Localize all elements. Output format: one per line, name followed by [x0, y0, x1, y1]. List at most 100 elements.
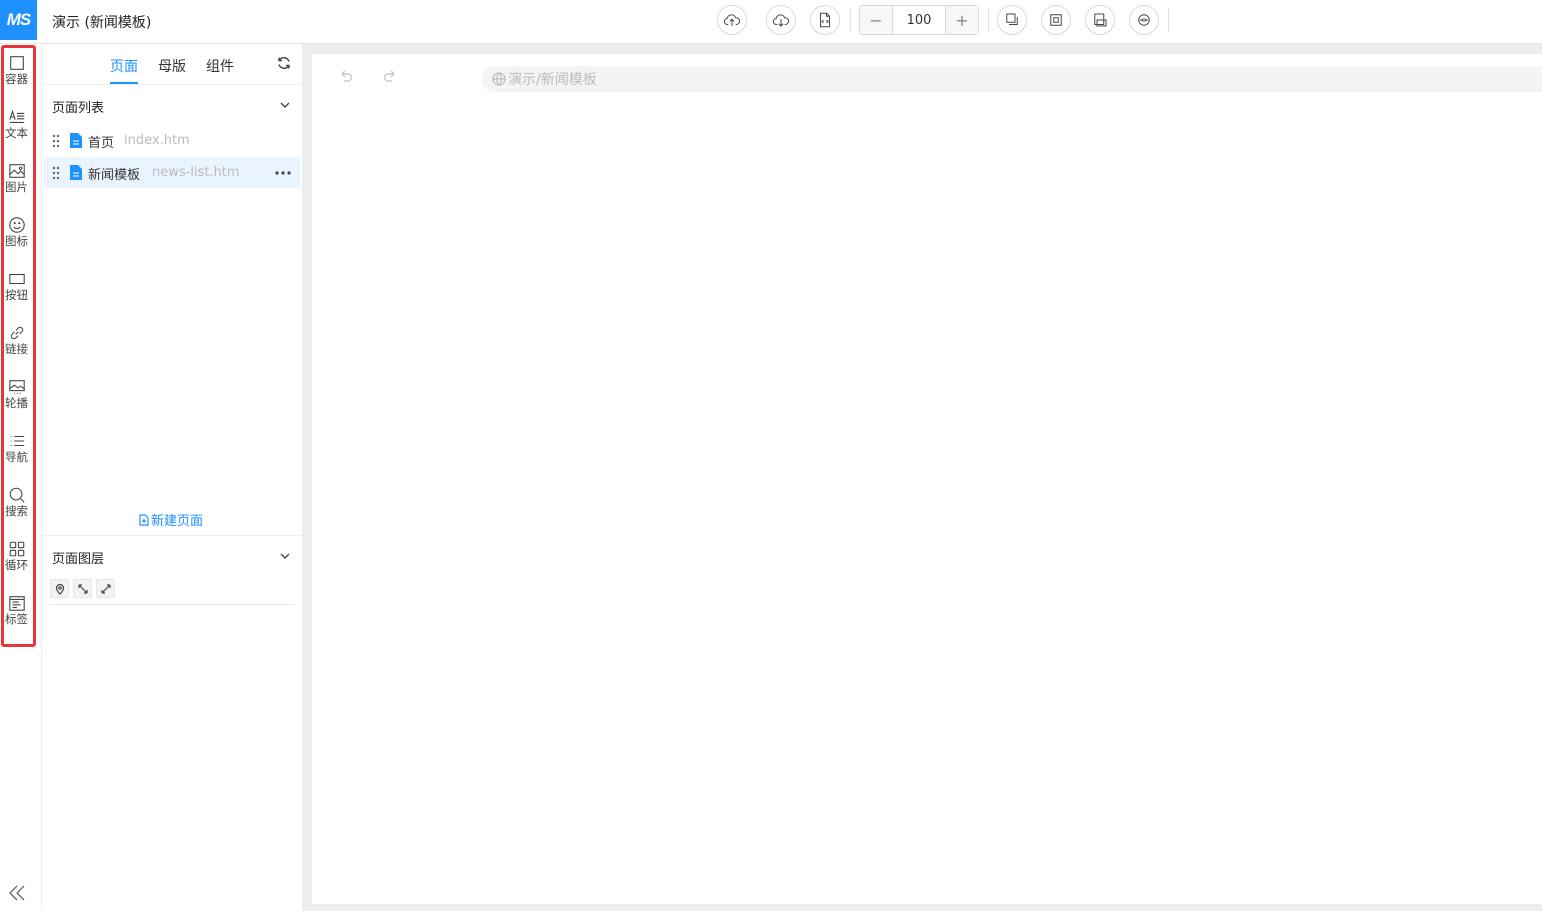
- page-list-title: 页面列表: [52, 101, 105, 116]
- page-list-header[interactable]: 页面列表: [42, 85, 302, 123]
- drag-handle-icon[interactable]: [52, 166, 60, 180]
- component-navigation[interactable]: 导航: [0, 432, 33, 478]
- smiley-icon: [8, 217, 25, 233]
- zoom-in-button[interactable]: +: [946, 6, 978, 34]
- refresh-icon: [278, 57, 290, 69]
- component-link[interactable]: 链接: [0, 324, 33, 370]
- button-icon: [8, 273, 25, 285]
- locate-layer-button[interactable]: [50, 579, 69, 598]
- undo-icon: [341, 70, 353, 82]
- refresh-button[interactable]: [276, 55, 292, 71]
- toolbar-divider: [1168, 8, 1169, 32]
- loop-grid-icon: [9, 541, 24, 557]
- page-file-icon: [70, 133, 82, 148]
- tab-masters[interactable]: 母版: [158, 56, 186, 76]
- nav-list-icon: [10, 435, 24, 447]
- page-panel: 页面 母版 组件 页面列表 首页 index.htm 新闻模板 news-lis…: [42, 44, 302, 911]
- chevron-down-icon: [278, 549, 292, 563]
- component-sidebar: 容器 文本 图片 图标 按钮 链接 轮播 导航 搜索 循环 标签: [0, 44, 42, 911]
- document-title: 演示 (新闻模板): [52, 15, 152, 31]
- page-url-bar[interactable]: 演示/新闻模板: [482, 66, 1542, 92]
- component-image[interactable]: 图片: [0, 162, 33, 208]
- component-label: 容器: [5, 72, 28, 86]
- text-icon: [8, 109, 24, 123]
- component-label: 文本: [5, 126, 28, 140]
- canvas-area: 演示/新闻模板: [302, 44, 1542, 911]
- link-icon: [10, 326, 23, 340]
- new-page-label: 新建页面: [151, 514, 204, 529]
- page-name: 新闻模板: [88, 168, 141, 183]
- redo-button[interactable]: [382, 68, 398, 84]
- drag-handle-icon[interactable]: [52, 134, 60, 148]
- view-code-button[interactable]: [810, 5, 840, 35]
- more-options-icon[interactable]: [275, 171, 291, 175]
- component-text[interactable]: 文本: [0, 108, 33, 154]
- double-chevron-left-icon: [9, 885, 25, 901]
- page-filename: news-list.htm: [152, 165, 240, 180]
- undo-button[interactable]: [338, 68, 354, 84]
- collapse-layers-button[interactable]: [96, 579, 115, 598]
- component-label: 循环: [5, 558, 28, 572]
- chevron-down-icon: [278, 98, 292, 112]
- globe-icon: [492, 72, 506, 86]
- redo-icon: [383, 70, 395, 82]
- location-pin-icon: [55, 583, 64, 595]
- layer-middle-icon: [1050, 14, 1062, 26]
- tab-components[interactable]: 组件: [206, 56, 234, 76]
- panel-tabs: 页面 母版 组件: [42, 44, 302, 85]
- page-file-icon: [70, 165, 82, 180]
- page-filename: index.htm: [124, 133, 190, 148]
- component-label: 图片: [5, 180, 28, 194]
- component-icon[interactable]: 图标: [0, 216, 33, 262]
- component-label: 搜索: [5, 504, 28, 518]
- collapse-icon: [100, 583, 111, 594]
- image-icon: [8, 164, 25, 178]
- component-label: 按钮: [5, 288, 28, 302]
- component-label: 轮播: [5, 396, 28, 410]
- page-layers-header[interactable]: 页面图层: [42, 536, 302, 574]
- component-search[interactable]: 搜索: [0, 486, 33, 532]
- page-item-news-template[interactable]: 新闻模板 news-list.htm: [44, 157, 300, 188]
- page-item-home[interactable]: 首页 index.htm: [44, 125, 300, 156]
- new-page-button[interactable]: 新建页面: [138, 510, 203, 529]
- layer-back-icon: [1094, 13, 1107, 27]
- preview-button[interactable]: [1129, 5, 1159, 35]
- component-button[interactable]: 按钮: [0, 270, 33, 316]
- container-icon: [9, 56, 24, 70]
- toolbar-divider: [850, 8, 851, 32]
- component-label: 标签: [5, 612, 28, 626]
- carousel-icon: [8, 380, 25, 394]
- component-label: 链接: [5, 342, 28, 356]
- send-to-back-button[interactable]: [1085, 5, 1115, 35]
- page-layers-title: 页面图层: [52, 552, 105, 567]
- zoom-control: − 100 +: [859, 5, 979, 35]
- tag-panel-icon: [8, 596, 25, 611]
- app-logo: MS: [0, 0, 37, 40]
- zoom-out-button[interactable]: −: [860, 6, 892, 34]
- cloud-upload-icon: [723, 14, 740, 26]
- component-loop[interactable]: 循环: [0, 540, 33, 586]
- cloud-upload-button[interactable]: [717, 5, 747, 35]
- component-carousel[interactable]: 轮播: [0, 378, 33, 424]
- code-file-icon: [820, 12, 830, 28]
- page-name: 首页: [88, 136, 115, 151]
- collapse-sidebar-button[interactable]: [6, 882, 28, 904]
- design-canvas[interactable]: 演示/新闻模板: [312, 54, 1542, 904]
- layer-list-divider: [50, 604, 294, 605]
- bring-to-front-button[interactable]: [997, 5, 1027, 35]
- cloud-download-button[interactable]: [766, 5, 796, 35]
- component-label: 导航: [5, 450, 28, 464]
- layer-middle-button[interactable]: [1041, 5, 1071, 35]
- cloud-download-icon: [772, 14, 789, 27]
- component-label: 图标: [5, 234, 28, 248]
- zoom-input[interactable]: 100: [892, 6, 946, 34]
- tab-pages[interactable]: 页面: [110, 56, 138, 76]
- preview-icon: [1138, 14, 1150, 26]
- top-toolbar: MS 演示 (新闻模板) − 100 +: [0, 0, 1542, 44]
- component-container[interactable]: 容器: [0, 54, 33, 100]
- page-url-text: 演示/新闻模板: [508, 72, 597, 88]
- toolbar-divider: [988, 8, 989, 32]
- search-icon: [9, 487, 25, 503]
- component-tag[interactable]: 标签: [0, 594, 33, 640]
- expand-layers-button[interactable]: [73, 579, 92, 598]
